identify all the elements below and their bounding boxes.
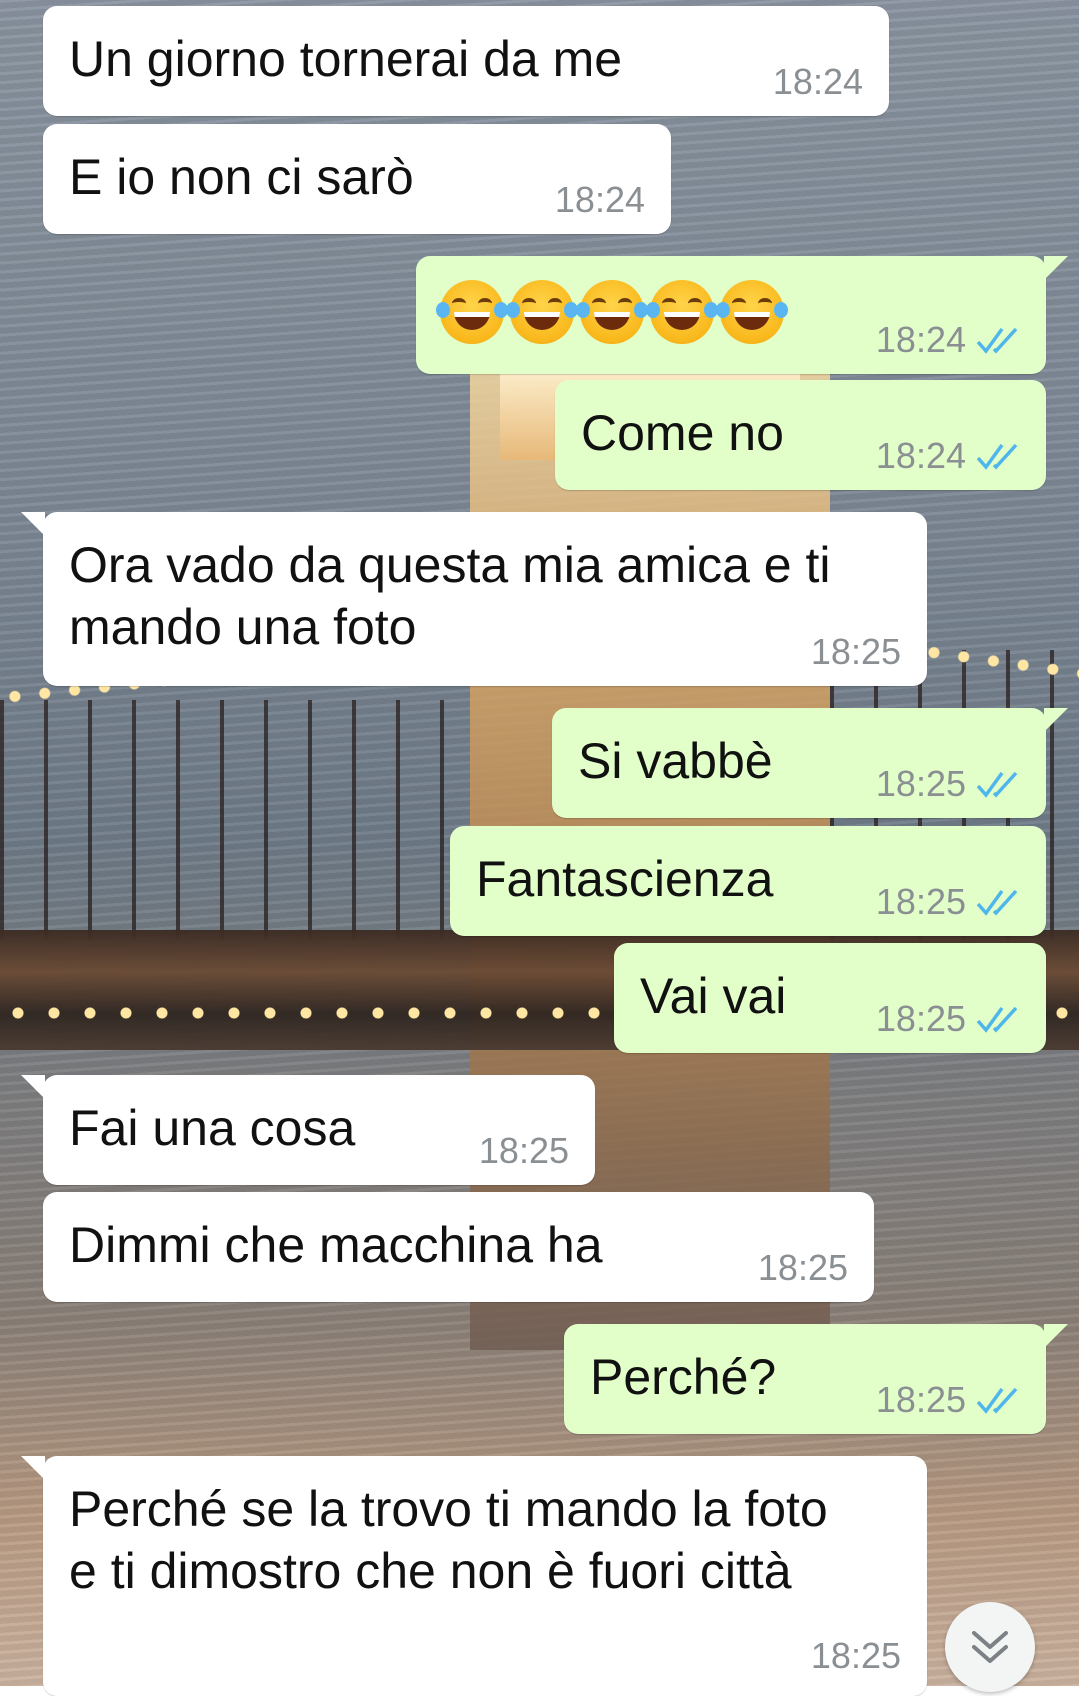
incoming-message[interactable]: Fai una cosa 18:25 [21,1075,595,1185]
message-time: 18:25 [810,631,901,672]
double-check-icon [976,1006,1018,1033]
message-time: 18:25 [810,1635,901,1676]
message-text: Ora vado da questa mia amica e ti mando … [69,537,831,655]
incoming-message[interactable]: E io non ci sarò 18:24 [43,124,671,234]
message-time: 18:24 [875,319,966,360]
outgoing-message[interactable]: Vai vai 18:25 [614,943,1046,1053]
chevron-double-down-icon [972,1631,1008,1663]
message-time: 18:25 [757,1247,848,1288]
incoming-message[interactable]: Perché se la trovo ti mando la foto e ti… [21,1456,927,1696]
outgoing-message[interactable]: 18:24 [416,256,1068,374]
double-check-icon [976,771,1018,798]
message-time: 18:24 [875,435,966,476]
message-text: Un giorno tornerai da me [69,31,623,87]
message-time: 18:24 [554,179,645,220]
scroll-to-bottom-button[interactable] [945,1602,1035,1692]
double-check-icon [976,327,1018,354]
message-time: 18:25 [875,998,966,1039]
double-check-icon [976,1387,1018,1414]
incoming-message[interactable]: Dimmi che macchina ha 18:25 [43,1192,874,1302]
face-with-tears-of-joy-icon [506,280,578,344]
message-time: 18:25 [875,1379,966,1420]
message-time: 18:24 [772,61,863,102]
face-with-tears-of-joy-icon [716,280,788,344]
double-check-icon [976,889,1018,916]
message-text: Perché se la trovo ti mando la foto e ti… [69,1481,828,1599]
message-time: 18:25 [875,881,966,922]
face-with-tears-of-joy-icon [646,280,718,344]
double-check-icon [976,443,1018,470]
message-time: 18:25 [478,1130,569,1171]
face-with-tears-of-joy-icon [576,280,648,344]
incoming-message[interactable]: Ora vado da questa mia amica e ti mando … [21,512,927,686]
message-text: Dimmi che macchina ha [69,1217,603,1273]
outgoing-message[interactable]: Perché? 18:25 [564,1324,1068,1434]
outgoing-message[interactable]: Si vabbè 18:25 [552,708,1068,818]
message-list: Un giorno tornerai da me 18:24 E io non … [0,0,1079,1696]
message-time: 18:25 [875,763,966,804]
outgoing-message[interactable]: Come no 18:24 [555,380,1046,490]
face-with-tears-of-joy-icon [436,280,508,344]
incoming-message[interactable]: Un giorno tornerai da me 18:24 [43,6,889,116]
outgoing-message[interactable]: Fantascienza 18:25 [450,826,1046,936]
